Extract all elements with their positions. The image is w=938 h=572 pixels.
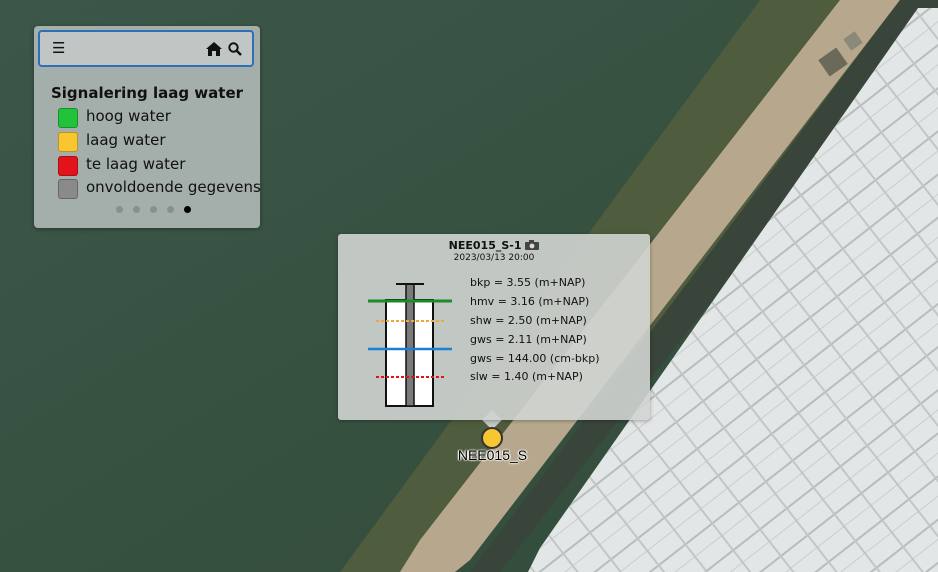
legend-swatch-red bbox=[58, 156, 78, 176]
popup-title: NEE015_S-1 bbox=[338, 239, 650, 252]
pager-dot[interactable] bbox=[150, 206, 157, 213]
legend-swatch-grey bbox=[58, 179, 78, 199]
search-icon[interactable] bbox=[228, 32, 242, 65]
station-marker-label: NEE015_S bbox=[457, 447, 528, 463]
popup-row-shw: shw = 2.50 (m+NAP) bbox=[470, 314, 587, 327]
legend-title: Signalering laag water bbox=[50, 84, 244, 102]
legend-panel: ☰ Signalering laag water hoog water laag… bbox=[34, 26, 261, 228]
pager-dot[interactable] bbox=[116, 206, 123, 213]
well-diagram bbox=[368, 283, 452, 407]
camera-icon[interactable] bbox=[525, 240, 540, 250]
popup-row-bkp: bkp = 3.55 (m+NAP) bbox=[470, 276, 586, 289]
popup-row-gws-cm: gws = 144.00 (cm-bkp) bbox=[470, 352, 600, 365]
popup-row-hmv: hmv = 3.16 (m+NAP) bbox=[470, 295, 590, 308]
pager-dot[interactable] bbox=[133, 206, 140, 213]
home-icon[interactable] bbox=[206, 32, 222, 65]
legend-item-label: onvoldoende gegevens bbox=[86, 178, 261, 196]
popup-row-gws: gws = 2.11 (m+NAP) bbox=[470, 333, 587, 346]
measurement-popup: NEE015_S-1 2023/03/13 20:00 bkp = 3.55 (… bbox=[338, 234, 650, 420]
popup-row-slw: slw = 1.40 (m+NAP) bbox=[470, 370, 583, 383]
legend-swatch-green bbox=[58, 108, 78, 128]
toolbar: ☰ bbox=[38, 30, 254, 67]
legend-swatch-yellow bbox=[58, 132, 78, 152]
legend-item-label: te laag water bbox=[86, 155, 186, 173]
menu-icon[interactable]: ☰ bbox=[52, 32, 65, 65]
station-marker[interactable] bbox=[481, 427, 503, 449]
pager-dot[interactable] bbox=[167, 206, 174, 213]
pager-dot-active[interactable] bbox=[184, 206, 191, 213]
popup-title-text: NEE015_S-1 bbox=[448, 239, 522, 252]
legend-item-label: hoog water bbox=[86, 107, 171, 125]
legend-item-label: laag water bbox=[86, 131, 166, 149]
popup-date: 2023/03/13 20:00 bbox=[453, 253, 535, 263]
